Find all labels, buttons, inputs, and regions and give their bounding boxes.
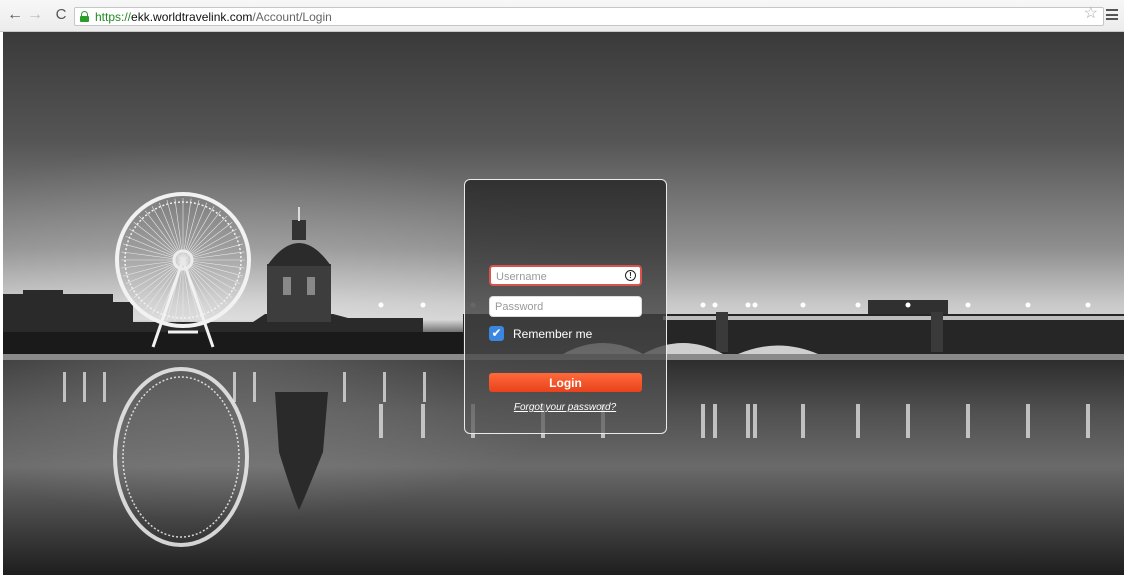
- login-button[interactable]: Login: [489, 373, 642, 392]
- remember-me-label: Remember me: [513, 327, 593, 341]
- password-field[interactable]: [489, 296, 642, 317]
- alert-circle-icon: !: [625, 270, 636, 281]
- reload-icon[interactable]: C: [52, 6, 70, 24]
- username-input[interactable]: [491, 267, 616, 287]
- background-image: ! ✔ Remember me Login Forgot your passwo…: [3, 32, 1124, 575]
- lock-icon: [80, 11, 89, 22]
- url-scheme: https://: [95, 10, 132, 24]
- menu-icon[interactable]: [1106, 9, 1118, 20]
- browser-toolbar: ← → C https://ekk.worldtravelink.com/Acc…: [0, 0, 1124, 32]
- address-bar[interactable]: https://ekk.worldtravelink.com/Account/L…: [74, 7, 1104, 26]
- username-field[interactable]: !: [489, 265, 642, 287]
- login-panel: ! ✔ Remember me Login Forgot your passwo…: [464, 179, 667, 434]
- forgot-password-link[interactable]: Forgot your password?: [465, 402, 665, 413]
- url-path: /Account/Login: [252, 10, 332, 24]
- password-input[interactable]: [490, 297, 615, 317]
- bookmark-star-icon[interactable]: ☆: [1084, 5, 1098, 23]
- url-text: https://ekk.worldtravelink.com/Account/L…: [95, 9, 332, 25]
- back-arrow-icon[interactable]: ←: [6, 6, 24, 24]
- forward-arrow-icon[interactable]: →: [26, 6, 44, 24]
- url-host: ekk.worldtravelink.com: [131, 10, 253, 24]
- remember-me-checkbox[interactable]: ✔: [489, 326, 504, 341]
